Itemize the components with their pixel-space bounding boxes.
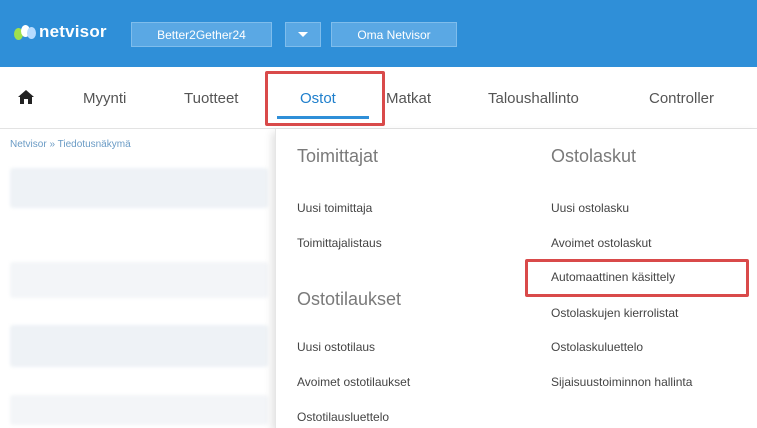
highlight-box-automaattinen-kasittely <box>525 259 749 297</box>
nav-item-tuotteet[interactable]: Tuotteet <box>184 90 238 107</box>
company-dropdown-button[interactable] <box>285 22 321 47</box>
blurred-content-row <box>10 325 268 367</box>
menu-item-uusi-ostotilaus[interactable]: Uusi ostotilaus <box>297 340 375 354</box>
breadcrumb-current: Tiedotusnäkymä <box>57 139 131 150</box>
company-selector-button[interactable]: Better2Gether24 <box>131 22 272 47</box>
netvisor-logo[interactable]: netvisor <box>14 22 107 42</box>
home-icon[interactable] <box>17 89 35 105</box>
oma-netvisor-label: Oma Netvisor <box>357 27 431 42</box>
chevron-down-icon <box>298 32 308 37</box>
menu-item-ostolaskujen-kierrolistat[interactable]: Ostolaskujen kierrolistat <box>551 306 678 320</box>
blurred-content-row <box>10 168 268 208</box>
nav-item-myynti[interactable]: Myynti <box>83 90 126 107</box>
menu-item-uusi-toimittaja[interactable]: Uusi toimittaja <box>297 201 372 215</box>
top-bar: netvisor Better2Gether24 Oma Netvisor <box>0 0 757 67</box>
menu-item-avoimet-ostotilaukset[interactable]: Avoimet ostotilaukset <box>297 375 410 389</box>
blurred-content-row <box>10 262 268 298</box>
nav-item-taloushallinto[interactable]: Taloushallinto <box>488 90 579 107</box>
menu-heading-ostotilaukset: Ostotilaukset <box>297 289 402 309</box>
company-name: Better2Gether24 <box>157 27 246 42</box>
menu-item-avoimet-ostolaskut[interactable]: Avoimet ostolaskut <box>551 236 652 250</box>
netvisor-logo-icon <box>14 24 36 40</box>
highlight-box-ostot <box>265 71 385 126</box>
nav-item-controller[interactable]: Controller <box>649 90 714 107</box>
menu-heading-toimittajat: Toimittajat <box>297 146 379 166</box>
menu-item-ostolaskuluettelo[interactable]: Ostolaskuluettelo <box>551 340 643 354</box>
blurred-content-row <box>10 395 268 425</box>
menu-item-ostotilausluettelo[interactable]: Ostotilausluettelo <box>297 410 389 424</box>
oma-netvisor-button[interactable]: Oma Netvisor <box>331 22 457 47</box>
menu-item-sijaisuustoiminnon-hallinta[interactable]: Sijaisuustoiminnon hallinta <box>551 375 692 389</box>
menu-item-uusi-ostolasku[interactable]: Uusi ostolasku <box>551 201 629 215</box>
breadcrumb-root[interactable]: Netvisor <box>10 139 47 150</box>
breadcrumb: Netvisor » Tiedotusnäkymä <box>10 139 131 150</box>
nav-item-matkat[interactable]: Matkat <box>386 90 431 107</box>
logo-text: netvisor <box>39 22 107 41</box>
menu-item-toimittajalistaus[interactable]: Toimittajalistaus <box>297 236 382 250</box>
menu-heading-ostolaskut: Ostolaskut <box>551 146 637 166</box>
breadcrumb-separator: » <box>49 139 56 150</box>
